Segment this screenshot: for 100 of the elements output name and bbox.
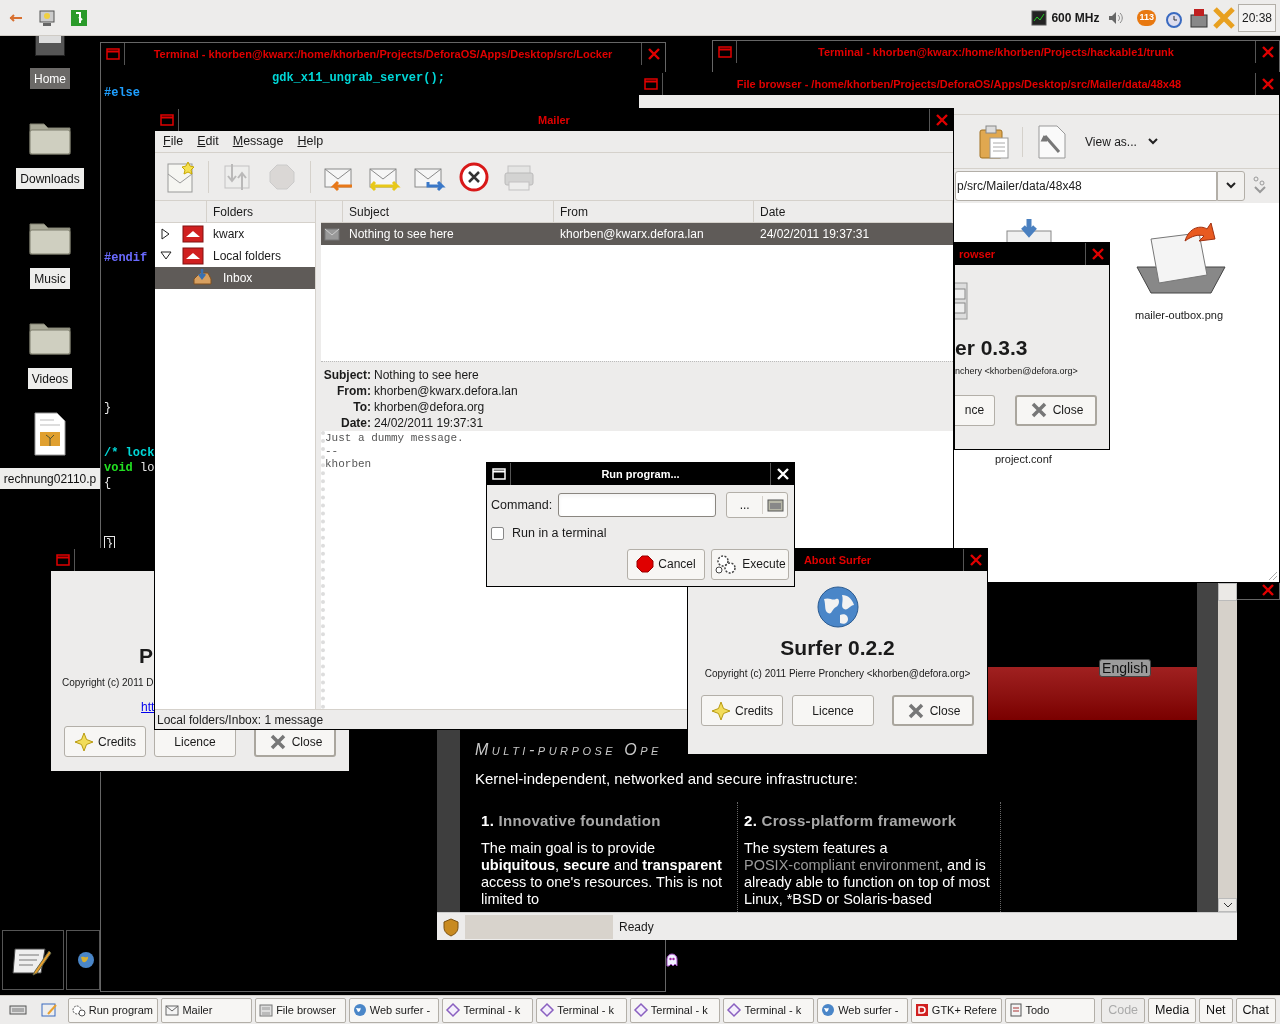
panel-button[interactable]: Chat [1235, 997, 1276, 1023]
task-button[interactable]: Terminal - k [629, 997, 721, 1023]
copyright-text: Copyright (c) 2011 Pierre Pronchery <khorben@defora.org> [704, 667, 971, 681]
panel-button[interactable]: Media [1148, 997, 1197, 1023]
section-title: 1. Innovative foundation [481, 812, 662, 830]
header-value: khorben@defora.org [373, 399, 486, 415]
checkbox[interactable] [491, 526, 504, 540]
resize-grip-icon [1268, 571, 1278, 581]
task-button[interactable]: Terminal - k [442, 997, 534, 1023]
dialog-button[interactable]: Licence [792, 695, 874, 726]
document-wrench-icon [1035, 123, 1069, 160]
note-pen-icon [39, 1002, 58, 1018]
page-intro: Kernel-independent, networked and secure infrastructure: [475, 770, 859, 788]
file-name[interactable]: project.conf [995, 451, 1052, 468]
folder-item[interactable]: Inbox [155, 267, 315, 289]
task-button[interactable]: Web surfer - [817, 997, 908, 1023]
menu-item[interactable]: Edit [197, 132, 219, 151]
window-icon [490, 466, 507, 482]
scrollbar[interactable] [1218, 583, 1237, 912]
dialog-button[interactable]: Cancel [627, 548, 705, 580]
scroll-down-button[interactable] [1218, 898, 1237, 912]
todo-task-icon [1007, 1002, 1024, 1018]
folder-icon [28, 120, 72, 156]
clipboard-icon [976, 123, 1010, 160]
table-cell-text: khorben@kwarx.defora.lan [559, 226, 705, 243]
dialog-button[interactable]: Close [1015, 394, 1097, 426]
header-label: To: [352, 399, 371, 415]
dialog-button[interactable]: Credits [701, 695, 783, 726]
header-value: 24/02/2011 19:37:31 [373, 415, 485, 431]
paste-button[interactable] [976, 123, 1010, 160]
mail-task-icon [164, 1002, 181, 1018]
dialog-button[interactable]: Execute [711, 548, 789, 580]
desktop-icon-label[interactable]: Videos [27, 368, 73, 389]
globe-icon [77, 951, 95, 969]
desktop-icon-label[interactable]: Music [30, 268, 70, 289]
star-icon [711, 700, 731, 721]
column-header[interactable]: From [554, 201, 754, 222]
path-field[interactable]: p/src/Mailer/data/48x48 [955, 171, 1217, 201]
command-field[interactable] [558, 493, 717, 517]
desktop-icon-label[interactable]: rechnung02110.p [0, 468, 101, 489]
message-row[interactable]: Nothing to see here khorben@kwarx.defora.lan 24/02/2011 19:37:31 [321, 223, 953, 245]
file-name[interactable]: mailer-outbox.png [1134, 307, 1224, 324]
folder-task-icon [258, 1002, 275, 1018]
column-header[interactable]: Date [754, 201, 953, 222]
network-icon[interactable] [1187, 6, 1210, 29]
dialog-button[interactable]: Credits [64, 726, 146, 757]
task-button[interactable]: Terminal - k [536, 997, 627, 1023]
menu-item[interactable]: Message [232, 132, 284, 151]
properties-button[interactable] [1035, 123, 1069, 160]
link[interactable]: htt [141, 698, 155, 716]
scroll-thumb[interactable] [1218, 583, 1237, 601]
close-icon [645, 46, 662, 62]
app-name: Surfer 0.2.2 [780, 635, 895, 661]
document-image-icon [32, 412, 68, 456]
close-icon [1259, 44, 1276, 60]
panel-button[interactable]: Net [1199, 997, 1233, 1023]
table-cell-text: 24/02/2011 19:37:31 [759, 226, 871, 243]
window-title: rowser [959, 246, 996, 262]
close-icon [1259, 76, 1276, 92]
task-button[interactable]: File browser [255, 997, 346, 1023]
monitor-icon [38, 8, 56, 27]
path-dropdown-button[interactable] [1217, 171, 1245, 201]
code-line: #else [104, 86, 140, 101]
terminal-task-icon [539, 1002, 556, 1018]
keyboard-icon [8, 1004, 27, 1016]
menu-item[interactable]: Help [297, 132, 324, 151]
dialog-button[interactable]: nce [955, 394, 995, 426]
task-button[interactable]: Web surfer - [348, 997, 440, 1023]
desktop-icon-label[interactable]: Downloads [16, 168, 84, 189]
window-icon [158, 112, 175, 128]
terminal-task-icon [632, 1002, 649, 1018]
stop-icon [636, 555, 655, 574]
language-button[interactable]: English [1099, 659, 1151, 677]
gears-icon [714, 553, 739, 576]
ghost-icon [666, 953, 678, 967]
cpu-speed: 600 MHz [1051, 9, 1100, 27]
window-title: About Surfer [803, 552, 872, 568]
collapsed-triangle-icon [160, 228, 172, 240]
window-title: Terminal - khorben@kwarx:/home/khorben/Projects/hackable1/trunk [818, 44, 1174, 60]
task-button[interactable]: Terminal - k [723, 997, 815, 1023]
dialog-button[interactable]: Close [892, 695, 974, 726]
view-as-dropdown[interactable]: View as... [1085, 132, 1159, 151]
app-name: P [139, 643, 153, 669]
logout-button[interactable] [70, 8, 88, 27]
launcher-button[interactable] [38, 8, 56, 27]
menu-item[interactable]: File [163, 132, 184, 151]
desktop-icon-label[interactable]: Home [30, 68, 70, 89]
browse-button[interactable]: ... [726, 492, 789, 518]
column-header[interactable]: Subject [343, 201, 554, 222]
task-button[interactable]: Run program [67, 997, 159, 1023]
clock[interactable]: 20:38 [1237, 3, 1276, 32]
globe-icon [815, 585, 860, 629]
task-button[interactable]: Todo [1004, 997, 1096, 1023]
close-icon [933, 112, 950, 128]
task-button[interactable]: Mailer [161, 997, 253, 1023]
folder-icon [28, 220, 72, 256]
dock-button[interactable] [2, 930, 64, 990]
task-button[interactable]: GTK+ Refere [910, 997, 1002, 1023]
header-value: Nothing to see here [373, 367, 480, 383]
header-label: Subject: [322, 367, 371, 383]
